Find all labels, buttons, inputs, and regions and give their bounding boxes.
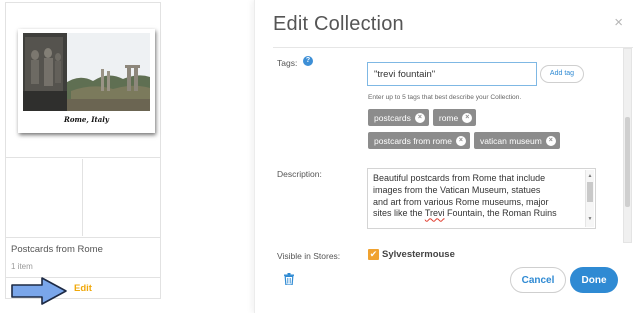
tags-hint: Enter up to 5 tags that best describe yo… — [368, 94, 522, 101]
add-tag-button[interactable]: Add tag — [540, 65, 584, 83]
modal-divider — [273, 47, 633, 48]
store-checkbox[interactable]: ✔ — [368, 249, 379, 260]
modal-scrollbar-thumb[interactable] — [625, 117, 630, 207]
tag-input[interactable] — [367, 62, 537, 86]
tag-chip-row: postcards from rome × vatican museum × — [368, 132, 560, 149]
tag-chip-label: vatican museum — [479, 135, 542, 146]
postcard-caption: Rome, Italy — [64, 115, 109, 124]
thumbnail-slot-empty — [6, 159, 83, 236]
pointer-arrow-icon — [11, 277, 67, 305]
thumbnail-slot-empty — [84, 159, 160, 236]
done-button[interactable]: Done — [570, 267, 618, 293]
tags-label: Tags: — [277, 58, 298, 68]
description-textarea[interactable]: Beautiful postcards from Rome that inclu… — [367, 168, 596, 229]
description-line: images from the Vatican Museum, statues — [373, 184, 541, 195]
tag-chip[interactable]: postcards × — [368, 109, 429, 126]
spellcheck-word: Trevi — [424, 208, 445, 219]
remove-tag-icon[interactable]: × — [545, 135, 556, 146]
description-scrollbar[interactable]: ▲ ▼ — [585, 170, 594, 227]
tag-chip[interactable]: rome × — [432, 109, 477, 126]
collection-card: Rome, Italy Postcards from Rome 1 item E… — [5, 2, 161, 299]
description-line: Beautiful postcards from Rome that inclu… — [373, 173, 546, 183]
tag-chip-label: postcards from rome — [374, 135, 452, 146]
description-label: Description: — [277, 169, 322, 179]
postcard-image: Rome, Italy — [18, 29, 155, 133]
trash-icon[interactable] — [284, 273, 294, 285]
remove-tag-icon[interactable]: × — [414, 112, 425, 123]
remove-tag-icon[interactable]: × — [462, 112, 473, 123]
collection-title: Postcards from Rome — [11, 244, 103, 255]
modal-title: Edit Collection — [273, 13, 404, 35]
tag-chip[interactable]: vatican museum × — [473, 132, 560, 149]
rome-ruins-photo — [23, 33, 150, 111]
description-line: sites like the Trevi Fountain, the Roman… — [373, 208, 581, 220]
collection-info: Postcards from Rome 1 item — [6, 237, 160, 277]
tag-chip[interactable]: postcards from rome × — [368, 132, 470, 149]
description-text: sites like the — [373, 208, 425, 219]
cancel-button[interactable]: Cancel — [510, 267, 566, 293]
description-text: Fountain, the Roman Ruins — [444, 208, 557, 219]
description-line: and art from various Rome museums, major — [373, 196, 549, 207]
tag-chip-label: rome — [438, 112, 459, 123]
tag-chip-label: postcards — [374, 112, 411, 123]
store-name: Sylvestermouse — [382, 249, 455, 260]
visible-in-stores-label: Visible in Stores: — [277, 251, 341, 261]
help-icon[interactable]: ? — [303, 56, 313, 66]
description-scrollbar-thumb[interactable] — [587, 182, 593, 202]
collection-item-count: 1 item — [11, 262, 33, 271]
scroll-down-icon[interactable]: ▼ — [586, 214, 594, 226]
collection-cover: Rome, Italy — [6, 3, 160, 158]
close-icon[interactable]: × — [614, 14, 623, 31]
remove-tag-icon[interactable]: × — [455, 135, 466, 146]
tag-chip-row: postcards × rome × — [368, 109, 477, 126]
modal-scrollbar[interactable] — [623, 48, 632, 243]
